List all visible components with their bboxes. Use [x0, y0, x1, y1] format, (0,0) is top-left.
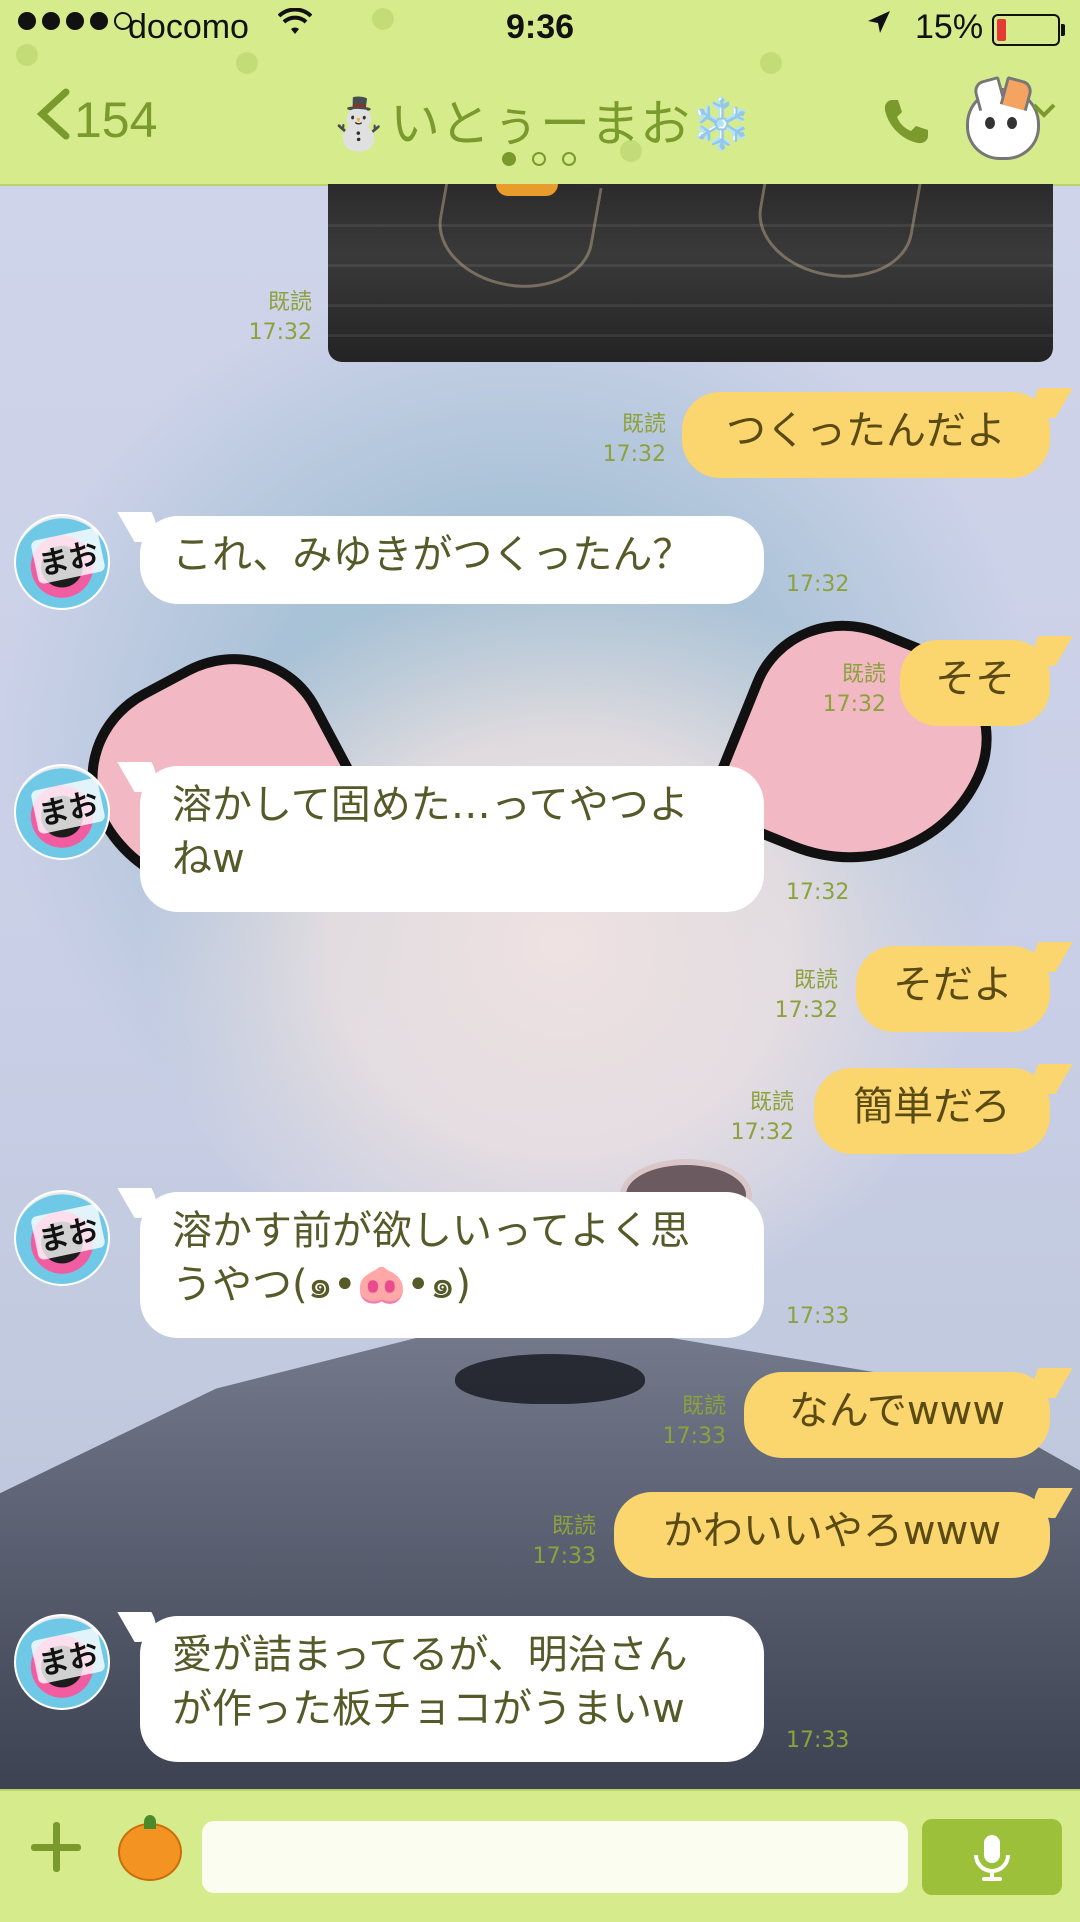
phone-icon[interactable] [880, 96, 932, 148]
timestamp: 17:32 [822, 692, 886, 717]
their-message-bubble[interactable]: これ、みゆきがつくったん？ [140, 516, 764, 604]
sent-photo[interactable] [328, 184, 1053, 362]
my-message-bubble[interactable]: そそ [900, 640, 1050, 726]
message-text: 愛が詰まってるが、明治さん が作った板チョコがうまいw [172, 1632, 688, 1732]
my-message-bubble[interactable]: 簡単だろ [814, 1068, 1050, 1154]
timestamp: 17:33 [786, 1304, 850, 1329]
timestamp: 17:32 [248, 320, 312, 345]
battery-percent: 15% [915, 8, 984, 46]
message-meta: 既読 17:32 [228, 288, 312, 348]
header-bar: docomo 9:36 15% 154 ⛄いとぅーまお❄️ [0, 0, 1080, 186]
message-text: 溶かして固めた…ってやつよ ねw [172, 782, 689, 882]
message-text: かわいいやろwww [662, 1508, 1002, 1554]
mic-button[interactable] [922, 1819, 1062, 1895]
cat-profile-icon[interactable] [966, 88, 1040, 160]
read-receipt: 既読 [681, 1394, 726, 1419]
plus-icon[interactable] [26, 1817, 86, 1877]
read-receipt: 既読 [267, 290, 312, 315]
timestamp: 17:32 [786, 572, 850, 597]
contact-avatar[interactable]: まお [14, 764, 110, 860]
sticker-orange-icon[interactable] [118, 1815, 182, 1881]
read-receipt: 既読 [793, 968, 838, 993]
message-text: 溶かす前が欲しいってよく思 うやつ(๑•🐽•๑) [172, 1208, 690, 1308]
contact-avatar[interactable]: まお [14, 1190, 110, 1286]
message-meta: 既読 17:32 [708, 1088, 794, 1148]
message-input[interactable] [202, 1821, 908, 1893]
timestamp: 17:32 [774, 998, 838, 1023]
message-meta: 既読 17:32 [752, 966, 838, 1026]
message-input-bar [0, 1789, 1080, 1922]
their-message-bubble[interactable]: 愛が詰まってるが、明治さん が作った板チョコがうまいw [140, 1616, 764, 1762]
my-message-bubble[interactable]: そだよ [856, 946, 1050, 1032]
battery-icon [992, 14, 1065, 46]
message-meta: 既読 17:33 [640, 1392, 726, 1452]
message-meta: 既読 17:32 [800, 660, 886, 720]
message-list[interactable]: 既読 17:32 つくったんだよ 既読 17:32 まお これ、みゆきがつくった… [0, 184, 1080, 1789]
message-meta: 既読 17:33 [510, 1512, 596, 1572]
my-message-bubble[interactable]: なんでwww [744, 1372, 1050, 1458]
timestamp: 17:32 [730, 1120, 794, 1145]
chat-title: ⛄いとぅーまお❄️ [327, 95, 753, 153]
read-receipt: 既読 [551, 1514, 596, 1539]
their-message-bubble[interactable]: 溶かして固めた…ってやつよ ねw [140, 766, 764, 912]
status-bar: docomo 9:36 15% [0, 0, 1080, 58]
contact-avatar[interactable]: まお [14, 1614, 110, 1710]
chevron-down-icon[interactable] [1032, 92, 1056, 125]
contact-avatar[interactable]: まお [14, 514, 110, 610]
message-text: つくったんだよ [726, 408, 1006, 454]
message-text: これ、みゆきがつくったん？ [172, 532, 693, 578]
timestamp: 17:32 [602, 442, 666, 467]
mic-icon [974, 1835, 1010, 1881]
location-arrow-icon [866, 8, 892, 43]
timestamp: 17:33 [532, 1544, 596, 1569]
message-text: なんでwww [788, 1388, 1006, 1434]
my-message-bubble[interactable]: かわいいやろwww [614, 1492, 1050, 1578]
message-text: そそ [935, 656, 1015, 702]
message-meta: 既読 17:32 [580, 410, 666, 470]
message-text: そだよ [893, 962, 1013, 1008]
their-message-bubble[interactable]: 溶かす前が欲しいってよく思 うやつ(๑•🐽•๑) [140, 1192, 764, 1338]
timestamp: 17:33 [786, 1728, 850, 1753]
read-receipt: 既読 [621, 412, 666, 437]
read-receipt: 既読 [841, 662, 886, 687]
message-text: 簡単だろ [853, 1084, 1011, 1130]
read-receipt: 既読 [749, 1090, 794, 1115]
timestamp: 17:32 [786, 880, 850, 905]
page-indicator [502, 152, 576, 166]
timestamp: 17:33 [662, 1424, 726, 1449]
my-message-bubble[interactable]: つくったんだよ [682, 392, 1050, 478]
